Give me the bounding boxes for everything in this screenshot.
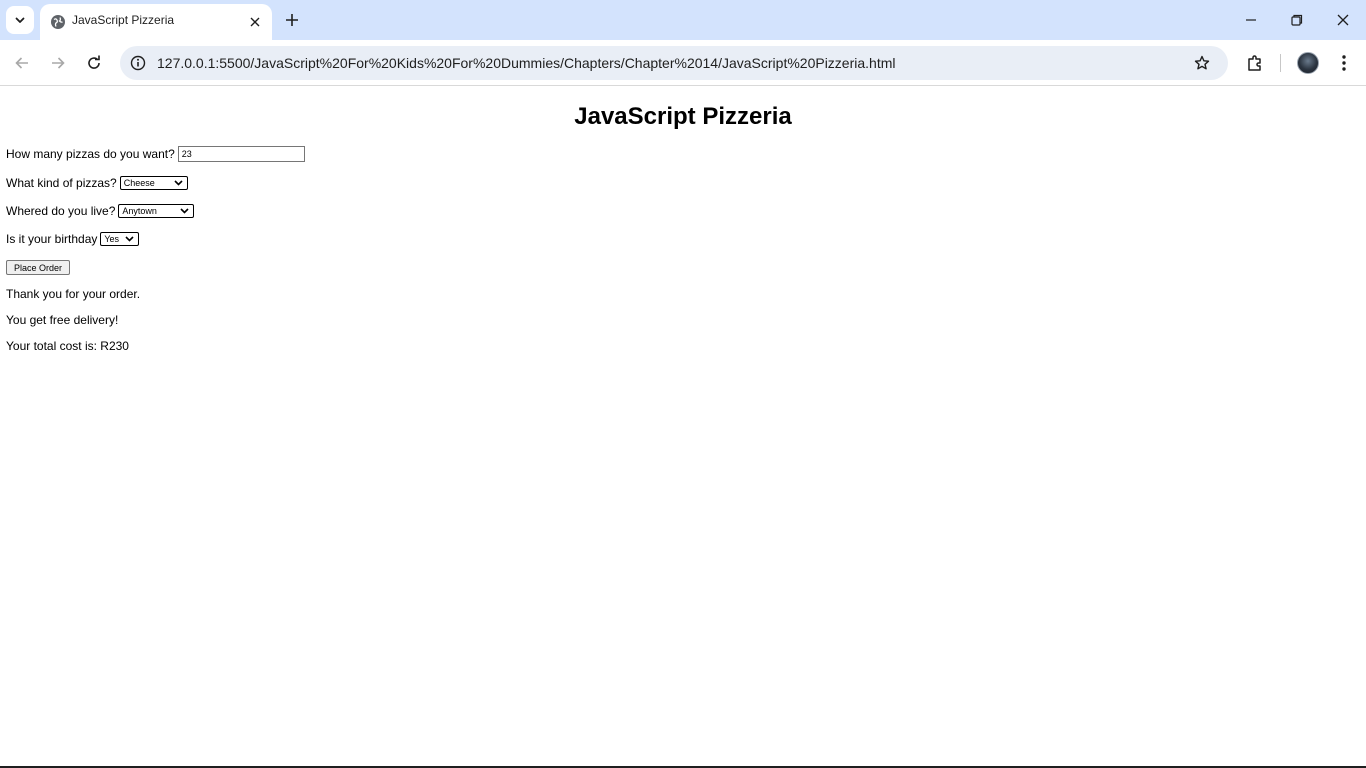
- back-button[interactable]: [8, 49, 36, 77]
- browser-toolbar: 127.0.0.1:5500/JavaScript%20For%20Kids%2…: [0, 40, 1366, 86]
- avatar[interactable]: [1297, 52, 1319, 74]
- puzzle-icon: [1248, 55, 1261, 71]
- quantity-label: How many pizzas do you want?: [6, 147, 175, 161]
- chevron-down-icon: [125, 236, 134, 242]
- pizza-kind-select[interactable]: Cheese: [119, 176, 188, 190]
- browser-tab[interactable]: JavaScript Pizzeria: [40, 4, 272, 40]
- extensions-button[interactable]: [1242, 50, 1268, 76]
- birthday-select[interactable]: Yes: [100, 232, 140, 246]
- restore-button[interactable]: [1274, 0, 1320, 40]
- address-bar[interactable]: 127.0.0.1:5500/JavaScript%20For%20Kids%2…: [120, 46, 1228, 80]
- reload-icon: [88, 55, 100, 69]
- plus-icon: [286, 14, 298, 26]
- url-text[interactable]: 127.0.0.1:5500/JavaScript%20For%20Kids%2…: [157, 55, 896, 71]
- toolbar-divider: [1280, 54, 1281, 72]
- location-select[interactable]: Anytown: [118, 204, 195, 218]
- tab-title: JavaScript Pizzeria: [72, 13, 175, 27]
- tab-close-button[interactable]: [246, 13, 264, 31]
- minimize-icon: [1246, 19, 1256, 21]
- bookmark-button[interactable]: [1192, 53, 1212, 73]
- pizza-kind-row: What kind of pizzas? Cheese: [6, 176, 188, 190]
- minimize-button[interactable]: [1228, 0, 1274, 40]
- close-window-icon: [1337, 14, 1349, 26]
- thank-you-message: Thank you for your order.: [6, 287, 141, 301]
- location-row: Whered do you live? Anytown: [6, 204, 195, 218]
- total-cost-message: Your total cost is: R230: [6, 339, 129, 353]
- star-icon: [1194, 55, 1210, 70]
- globe-icon: [51, 15, 65, 29]
- tab-strip: JavaScript Pizzeria: [0, 0, 1366, 40]
- birthday-selected: Yes: [104, 234, 120, 244]
- browser-menu-button[interactable]: [1332, 50, 1356, 76]
- site-info-button[interactable]: [128, 53, 148, 73]
- site-info-icon: [130, 55, 146, 71]
- kebab-menu-icon: [1342, 55, 1346, 71]
- tab-search-button[interactable]: [6, 6, 34, 34]
- new-tab-button[interactable]: [280, 8, 304, 32]
- back-icon: [15, 57, 28, 69]
- delivery-message: You get free delivery!: [6, 313, 119, 327]
- chevron-down-icon: [180, 208, 189, 214]
- quantity-row: How many pizzas do you want?: [6, 146, 305, 162]
- birthday-label: Is it your birthday: [6, 232, 98, 246]
- page-title: JavaScript Pizzeria: [574, 103, 792, 130]
- pizza-kind-label: What kind of pizzas?: [6, 176, 117, 190]
- place-order-button[interactable]: Place Order: [6, 260, 70, 275]
- quantity-input[interactable]: [177, 146, 305, 162]
- pizza-kind-selected: Cheese: [123, 178, 155, 188]
- page-content: JavaScript Pizzeria How many pizzas do y…: [0, 87, 1366, 766]
- close-window-button[interactable]: [1320, 0, 1366, 40]
- restore-icon: [1291, 14, 1303, 26]
- birthday-row: Is it your birthday Yes: [6, 232, 140, 246]
- chevron-down-icon: [15, 17, 25, 23]
- reload-button[interactable]: [80, 49, 108, 77]
- forward-button[interactable]: [44, 49, 72, 77]
- forward-icon: [52, 57, 65, 69]
- close-icon: [250, 17, 260, 27]
- location-selected: Anytown: [122, 206, 157, 216]
- chevron-down-icon: [174, 180, 183, 186]
- location-label: Whered do you live?: [6, 204, 116, 218]
